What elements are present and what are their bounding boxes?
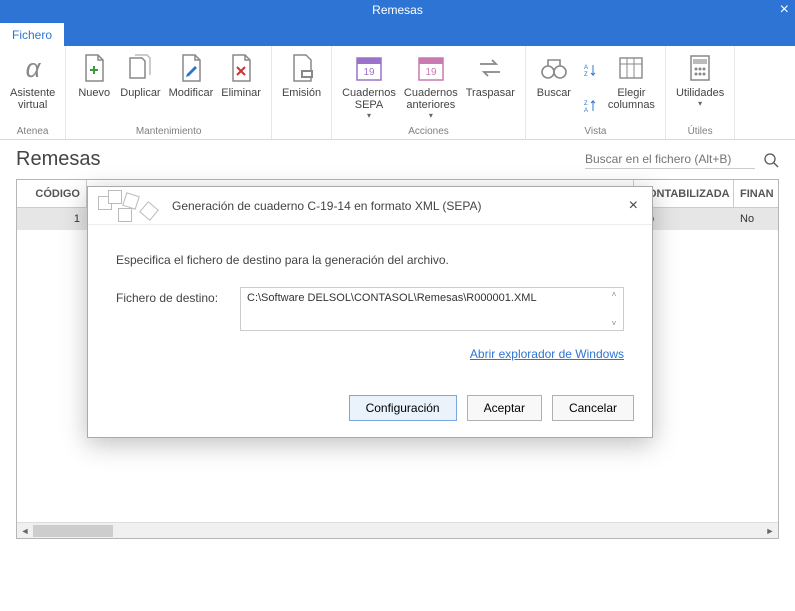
document-duplicate-icon [124, 52, 156, 84]
transfer-icon [474, 52, 506, 84]
calendar-19-icon: 19 [353, 52, 385, 84]
calendar-19-alt-icon: 19 [415, 52, 447, 84]
document-delete-icon [225, 52, 257, 84]
svg-text:Z: Z [584, 72, 588, 78]
scroll-thumb[interactable] [33, 525, 113, 537]
fichero-destino-value: C:\Software DELSOL\CONTASOL\Remesas\R000… [247, 292, 537, 304]
cell-codigo: 1 [17, 208, 87, 230]
tab-strip: Fichero [0, 23, 795, 46]
duplicar-button[interactable]: Duplicar [116, 50, 164, 126]
sort-asc-button[interactable]: AZ [580, 61, 600, 79]
group-label-vista: Vista [526, 126, 665, 139]
svg-text:A: A [584, 65, 588, 71]
ribbon: α Asistente virtual Atenea Nuevo Duplica… [0, 46, 795, 140]
emision-button[interactable]: Emisión [278, 50, 325, 126]
col-codigo[interactable]: CÓDIGO [17, 180, 87, 207]
cuadernos-anteriores-button[interactable]: 19 Cuadernos anteriores ▾ [400, 50, 462, 126]
group-label-mantenimiento: Mantenimiento [66, 126, 271, 139]
svg-text:A: A [584, 108, 588, 114]
columns-icon [615, 52, 647, 84]
dropdown-icon: ▾ [698, 99, 702, 108]
dialog-header: Generación de cuaderno C-19-14 en format… [88, 187, 652, 225]
svg-text:Z: Z [584, 101, 588, 107]
col-finan[interactable]: FINAN [734, 180, 778, 207]
tab-fichero[interactable]: Fichero [0, 23, 64, 46]
cell-finan: No [734, 208, 778, 230]
eliminar-button[interactable]: Eliminar [217, 50, 265, 126]
field-label-destino: Fichero de destino: [116, 287, 226, 305]
document-plus-icon [78, 52, 110, 84]
document-edit-icon [175, 52, 207, 84]
window-title: Remesas [372, 3, 423, 17]
configuracion-button[interactable]: Configuración [349, 395, 457, 421]
spinner-down-icon[interactable]: ˅ [607, 319, 621, 328]
ribbon-group-utiles: Utilidades ▾ Útiles [666, 46, 735, 139]
scroll-right-icon[interactable]: ► [762, 523, 778, 539]
scroll-track[interactable] [33, 523, 762, 539]
buscar-button[interactable]: Buscar [532, 50, 576, 126]
close-icon[interactable]: × [780, 1, 789, 19]
group-label-emision [272, 126, 331, 139]
search-icon[interactable] [763, 152, 779, 168]
titlebar: Remesas × [0, 0, 795, 23]
calculator-icon [684, 52, 716, 84]
nuevo-button[interactable]: Nuevo [72, 50, 116, 126]
group-label-atenea: Atenea [0, 126, 65, 139]
svg-text:19: 19 [425, 67, 437, 78]
dialog-description: Especifica el fichero de destino para la… [116, 253, 624, 267]
sort-desc-icon: ZA [582, 98, 598, 114]
ribbon-group-acciones: 19 Cuadernos SEPA ▾ 19 Cuadernos anterio… [332, 46, 526, 139]
svg-text:19: 19 [363, 67, 375, 78]
aceptar-button[interactable]: Aceptar [467, 395, 542, 421]
dialog-close-icon[interactable]: × [629, 197, 638, 215]
scroll-left-icon[interactable]: ◄ [17, 523, 33, 539]
modificar-button[interactable]: Modificar [165, 50, 218, 126]
sort-asc-icon: AZ [582, 62, 598, 78]
svg-text:α: α [25, 53, 41, 83]
group-label-acciones: Acciones [332, 126, 525, 139]
cancelar-button[interactable]: Cancelar [552, 395, 634, 421]
elegir-columnas-button[interactable]: Elegir columnas [604, 50, 659, 126]
binoculars-icon [538, 52, 570, 84]
traspasar-button[interactable]: Traspasar [462, 50, 519, 126]
ribbon-group-mantenimiento: Nuevo Duplicar Modificar Eliminar Manten… [66, 46, 272, 139]
search-input[interactable] [585, 150, 755, 169]
dropdown-icon: ▾ [367, 111, 371, 120]
document-print-icon [286, 52, 318, 84]
horizontal-scrollbar[interactable]: ◄ ► [17, 522, 778, 538]
dropdown-icon: ▾ [429, 111, 433, 120]
ribbon-group-vista: Buscar AZ ZA Elegir columnas Vista [526, 46, 666, 139]
dialog-title: Generación de cuaderno C-19-14 en format… [172, 199, 482, 213]
sort-desc-button[interactable]: ZA [580, 97, 600, 115]
fichero-destino-input[interactable]: C:\Software DELSOL\CONTASOL\Remesas\R000… [240, 287, 624, 331]
dialog-decoration-icon [98, 190, 164, 222]
asistente-virtual-button[interactable]: α Asistente virtual [6, 50, 59, 126]
ribbon-group-atenea: α Asistente virtual Atenea [0, 46, 66, 139]
dialog-generacion-cuaderno: Generación de cuaderno C-19-14 en format… [87, 186, 653, 438]
explorer-link[interactable]: Abrir explorador de Windows [470, 347, 624, 361]
group-label-utiles: Útiles [666, 126, 734, 139]
cuadernos-sepa-button[interactable]: 19 Cuadernos SEPA ▾ [338, 50, 400, 126]
utilidades-button[interactable]: Utilidades ▾ [672, 50, 728, 126]
page-title: Remesas [16, 148, 100, 171]
spinner-up-icon[interactable]: ˄ [607, 290, 621, 299]
alpha-icon: α [17, 52, 49, 84]
ribbon-group-emision: Emisión [272, 46, 332, 139]
